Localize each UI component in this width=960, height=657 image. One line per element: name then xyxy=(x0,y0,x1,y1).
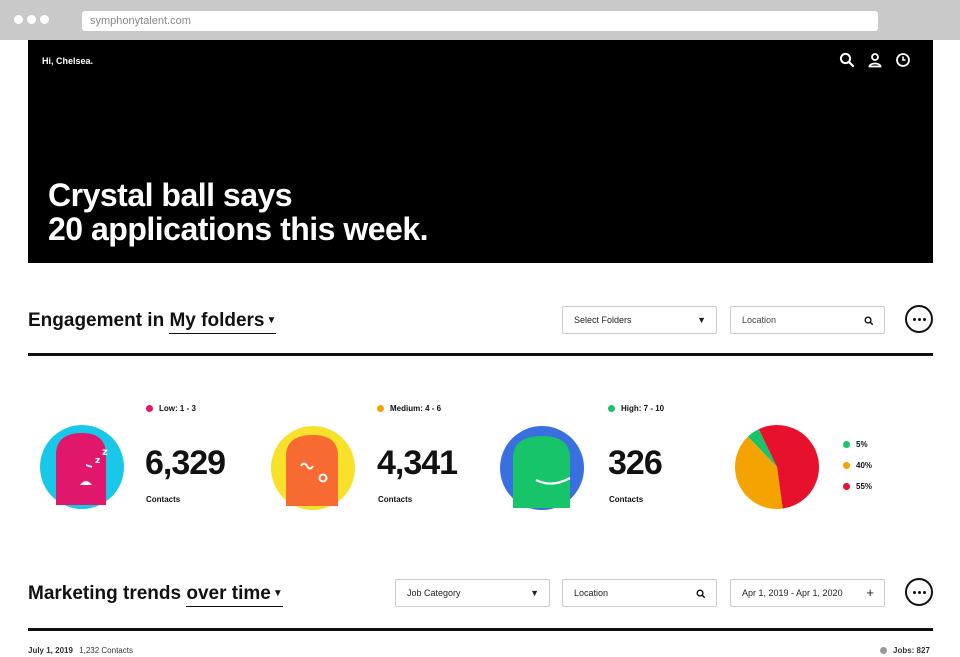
legend-high-label: High: 7 - 10 xyxy=(621,404,665,413)
search-icon[interactable] xyxy=(696,580,706,606)
medium-contacts-label: Contacts xyxy=(378,495,413,504)
legend-low: Low: 1 - 3 xyxy=(146,404,196,413)
curious-face-avatar-icon xyxy=(271,426,355,510)
select-folders-dropdown[interactable]: Select Folders ▼ xyxy=(562,306,717,334)
folder-dropdown[interactable]: My folders ▼ xyxy=(169,310,277,334)
engagement-header: Engagement in My folders ▼ Select Folders… xyxy=(28,302,933,342)
pie-legend-orange: 40% xyxy=(843,461,872,470)
dot xyxy=(912,590,916,594)
search-icon[interactable] xyxy=(864,307,874,333)
more-options-button[interactable] xyxy=(905,578,933,606)
caret-down-icon: ▼ xyxy=(530,588,539,598)
time-range-dropdown[interactable]: over time ▼ xyxy=(186,583,283,607)
job-category-dropdown[interactable]: Job Category ▼ xyxy=(395,579,550,607)
low-contacts-label: Contacts xyxy=(146,495,181,504)
trend-date: July 1, 2019 xyxy=(28,646,73,655)
browser-chrome: symphonytalent.com xyxy=(0,0,960,40)
address-bar[interactable]: symphonytalent.com xyxy=(82,11,878,31)
pie-legend-label: 55% xyxy=(856,482,873,491)
search-icon[interactable] xyxy=(839,52,855,68)
greeting: Hi, Chelsea. xyxy=(42,56,94,66)
legend-high: High: 7 - 10 xyxy=(608,404,664,413)
window-dot-close[interactable] xyxy=(14,15,23,24)
engagement-title: Engagement in My folders ▼ xyxy=(28,310,277,334)
pie-legend-red: 55% xyxy=(843,482,872,491)
medium-contacts-count: 4,341 xyxy=(377,444,458,482)
caret-down-icon: ▼ xyxy=(272,588,283,600)
legend-medium-label: Medium: 4 - 6 xyxy=(390,404,442,413)
dot xyxy=(917,590,921,594)
high-contacts-label: Contacts xyxy=(609,495,644,504)
trend-summary: July 1, 2019 1,232 Contacts xyxy=(28,646,133,655)
engagement-title-prefix: Engagement in xyxy=(28,310,165,331)
window-controls[interactable] xyxy=(14,15,49,24)
select-folders-label: Select Folders xyxy=(574,315,632,325)
date-range-label: Apr 1, 2019 - Apr 1, 2020 xyxy=(742,588,843,598)
plus-icon[interactable]: + xyxy=(866,580,874,606)
clock-icon[interactable] xyxy=(895,52,911,68)
pie-legend-green: 5% xyxy=(843,440,868,449)
dot xyxy=(917,317,921,321)
svg-text:z: z xyxy=(102,447,108,458)
trends-location-field[interactable]: Location xyxy=(562,579,717,607)
trends-location-placeholder: Location xyxy=(574,588,609,598)
page: Hi, Chelsea. Crystal ball says 20 applic… xyxy=(0,40,960,657)
more-options-button[interactable] xyxy=(905,305,933,333)
location-placeholder: Location xyxy=(742,315,777,325)
trends-title: Marketing trends over time ▼ xyxy=(28,583,283,607)
sleepy-face-avatar-icon: z z xyxy=(40,425,124,509)
jobs-count-label: Jobs: 827 xyxy=(893,646,930,655)
hero-headline: Crystal ball says 20 applications this w… xyxy=(48,177,429,247)
legend-dot xyxy=(843,462,850,470)
window-dot-maximize[interactable] xyxy=(40,15,49,24)
dot xyxy=(922,317,926,321)
legend-dot xyxy=(843,483,850,491)
pie-legend-label: 5% xyxy=(856,440,868,449)
caret-down-icon: ▼ xyxy=(697,315,706,325)
hero-banner: Hi, Chelsea. Crystal ball says 20 applic… xyxy=(28,40,933,263)
section-divider xyxy=(28,628,933,631)
window-dot-minimize[interactable] xyxy=(27,15,36,24)
dot xyxy=(922,590,926,594)
high-contacts-count: 326 xyxy=(608,444,663,482)
folder-dropdown-label: My folders xyxy=(169,310,265,331)
trends-title-prefix: Marketing trends xyxy=(28,583,182,604)
user-icon[interactable] xyxy=(867,52,883,68)
job-category-label: Job Category xyxy=(407,588,461,598)
engagement-pie-chart xyxy=(735,425,819,509)
legend-low-label: Low: 1 - 3 xyxy=(159,404,196,413)
section-divider xyxy=(28,353,933,356)
hero-headline-line-2: 20 applications this week. xyxy=(48,211,429,247)
jobs-count: Jobs: 827 xyxy=(880,646,930,655)
smile-face-avatar-icon xyxy=(500,426,584,510)
legend-dot xyxy=(608,405,615,413)
time-range-dropdown-label: over time xyxy=(186,583,271,604)
legend-dot xyxy=(843,441,850,449)
location-search-field[interactable]: Location xyxy=(730,306,885,334)
legend-dot xyxy=(377,405,384,413)
dot xyxy=(912,317,916,321)
header-actions xyxy=(839,52,911,68)
legend-medium: Medium: 4 - 6 xyxy=(377,404,441,413)
trend-contacts: 1,232 Contacts xyxy=(79,646,133,655)
trends-header: Marketing trends over time ▼ Job Category… xyxy=(28,575,933,615)
pie-legend-label: 40% xyxy=(856,461,873,470)
legend-dot xyxy=(880,647,887,655)
hero-headline-line-1: Crystal ball says xyxy=(48,177,293,213)
svg-text:z: z xyxy=(95,456,100,466)
date-range-picker[interactable]: Apr 1, 2019 - Apr 1, 2020 + xyxy=(730,579,885,607)
legend-dot xyxy=(146,405,153,413)
caret-down-icon: ▼ xyxy=(266,315,277,327)
low-contacts-count: 6,329 xyxy=(145,444,226,482)
